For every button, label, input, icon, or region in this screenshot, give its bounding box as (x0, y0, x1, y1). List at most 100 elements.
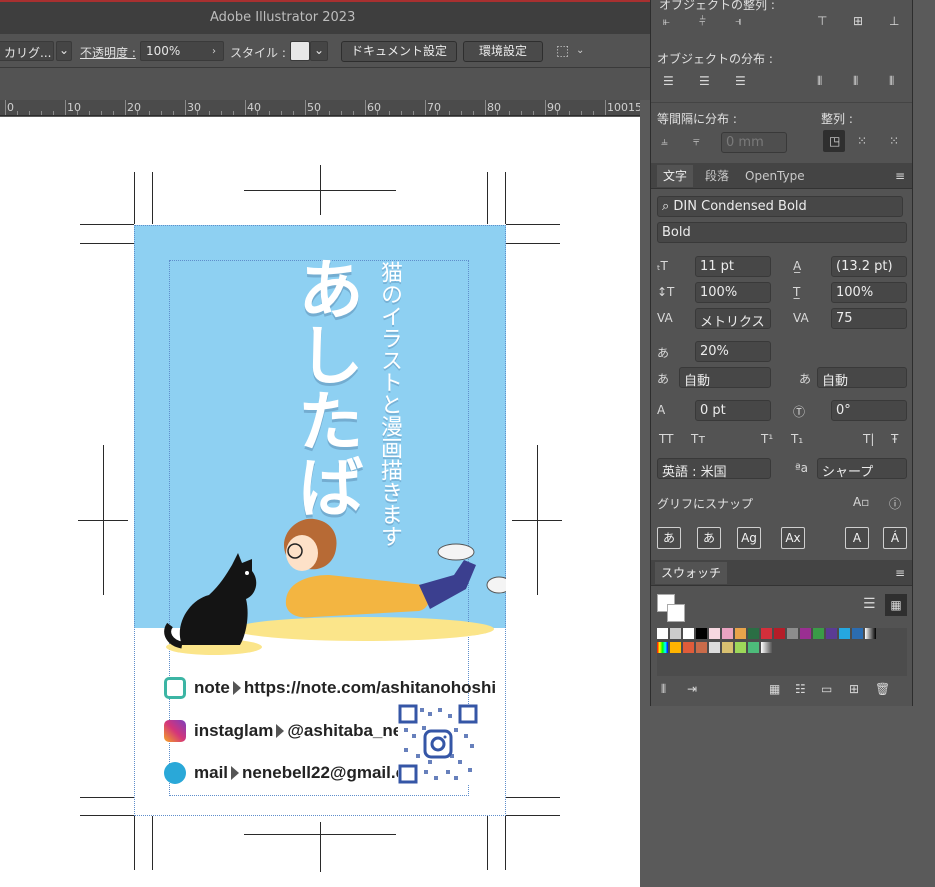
antialias-dropdown[interactable]: シャープ (817, 458, 907, 479)
arrow-icon (232, 681, 241, 695)
align-to-key-object-icon[interactable]: ⁙ (857, 134, 867, 148)
subscript-button[interactable]: T₁ (791, 432, 803, 446)
info-icon[interactable]: ⓘ (889, 495, 901, 512)
kerning-input[interactable]: メトリクス (695, 308, 771, 329)
swatch-options-icon[interactable]: ☷ (795, 682, 806, 696)
delete-swatch-icon[interactable]: 🗑 (875, 682, 890, 696)
snap-proximity-button[interactable]: Ax (781, 527, 805, 549)
font-size-input[interactable]: 11 pt (695, 256, 771, 277)
list-view-icon[interactable]: ☰ (863, 596, 876, 612)
preferences-button[interactable]: 環境設定 (463, 41, 543, 62)
new-folder-icon[interactable]: ▭ (821, 682, 832, 696)
crop-mark (505, 816, 506, 870)
swatches-menu-icon[interactable]: ≡ (895, 566, 905, 580)
distribute-right-icon[interactable]: ⦀ (889, 74, 894, 89)
align-objects-header: オブジェクトの整列 : (659, 0, 775, 12)
language-dropdown[interactable]: 英語 : 米国 (657, 458, 771, 479)
glyph-options-icon[interactable]: A▫ (853, 495, 869, 509)
snap-baseline-button[interactable]: あ (657, 527, 681, 549)
align-left-icon[interactable]: ⫦ (663, 14, 670, 29)
dock-gutter (913, 0, 935, 887)
note-url[interactable]: https://note.com/ashitanohoshi (244, 678, 496, 698)
mail-row[interactable]: mail nenebell22@gmail.com (164, 762, 431, 784)
arrange-chevron-icon[interactable]: ⌄ (576, 45, 584, 56)
card-title[interactable]: あしたば (286, 255, 366, 519)
small-caps-button[interactable]: Tт (691, 432, 705, 446)
align-to-artboard-icon[interactable]: ⁙ (889, 134, 899, 148)
horizontal-scale-icon: T̲ (793, 285, 801, 299)
superscript-button[interactable]: T¹ (761, 432, 773, 446)
align-center-icon[interactable]: ⫩ (699, 14, 706, 29)
note-row[interactable]: note https://note.com/ashitanohoshi (164, 677, 496, 699)
underline-button[interactable]: T| (863, 432, 874, 446)
snap-glyph-bounds-button[interactable]: Ag (737, 527, 761, 549)
tab-opentype[interactable]: OpenType (745, 165, 805, 187)
style-dropdown-chevron-icon[interactable]: ⌄ (56, 41, 72, 61)
strikethrough-button[interactable]: Ŧ (891, 432, 898, 446)
spacing-value-input[interactable]: 0 mm (721, 132, 787, 153)
graphic-style-swatch[interactable] (290, 41, 310, 61)
tab-swatches[interactable]: スウォッチ (655, 562, 728, 584)
font-style-dropdown[interactable]: Bold (657, 222, 907, 243)
instagram-row[interactable]: instaglam @ashitaba_neko (164, 720, 422, 742)
character-rotation-icon: Ⓣ (793, 405, 806, 419)
align-right-icon[interactable]: ⫣ (735, 14, 742, 29)
aki-left-dropdown[interactable]: 自動 (679, 367, 771, 388)
horizontal-scale-input[interactable]: 100% (831, 282, 907, 303)
color-group-icon[interactable]: ▦ (769, 682, 780, 696)
tab-strip-area (0, 68, 650, 100)
tsume-input[interactable]: 20% (695, 341, 771, 362)
ruler-mark: 70 (427, 101, 441, 114)
vertical-spacing-icon[interactable]: ⫨ (661, 134, 668, 149)
properties-panel: オブジェクトの整列 : ⫦ ⫩ ⫣ ⊤ ⊞ ⊥ オブジェクトの分布 : ☰ ☰ … (650, 0, 913, 706)
tracking-input[interactable]: 75 (831, 308, 907, 329)
horizontal-ruler[interactable]: 0 10 20 30 40 50 60 70 80 90 100 15 (0, 100, 640, 116)
graphic-style-chevron-icon[interactable]: ⌄ (310, 41, 328, 61)
swatch-library-icon[interactable]: ⫴ (661, 682, 666, 697)
distribute-left-icon[interactable]: ⦀ (817, 74, 822, 89)
leading-icon: A̲ (793, 259, 802, 273)
baseline-shift-input[interactable]: 0 pt (695, 400, 771, 421)
control-bar: カリグ... ⌄ 不透明度 : 100% › スタイル : ⌄ ドキュメント設定… (0, 34, 650, 68)
crop-mark (80, 224, 134, 225)
distribute-top-icon[interactable]: ☰ (663, 74, 674, 88)
center-mark (537, 445, 538, 595)
stroke-swatch[interactable] (667, 604, 685, 622)
opacity-arrow-icon[interactable]: › (212, 46, 216, 57)
place-swatches-icon[interactable]: ⇥ (687, 682, 697, 696)
align-bottom-icon[interactable]: ⊥ (889, 14, 899, 28)
cat-and-girl-illustration[interactable] (134, 505, 506, 665)
align-top-icon[interactable]: ⊤ (817, 14, 827, 28)
snap-x-height-button[interactable]: あ (697, 527, 721, 549)
crop-mark (134, 816, 135, 870)
note-label: note (194, 678, 230, 697)
tab-character[interactable]: 文字 (657, 165, 694, 187)
align-middle-icon[interactable]: ⊞ (853, 14, 863, 28)
style-dropdown[interactable]: カリグ... (0, 41, 54, 61)
align-to-selection-icon[interactable]: ◳ (829, 134, 840, 148)
center-mark (320, 822, 321, 872)
tab-paragraph[interactable]: 段落 (705, 165, 729, 187)
horizontal-spacing-icon[interactable]: ⫧ (693, 134, 700, 149)
snap-angular-button[interactable]: A (845, 527, 869, 549)
qr-code[interactable] (398, 704, 478, 784)
arrange-icon[interactable]: ⬚ (556, 43, 569, 59)
distribute-center-icon[interactable]: ☰ (699, 74, 710, 88)
leading-input[interactable]: (13.2 pt) (831, 256, 907, 277)
snap-anchor-button[interactable]: Á (883, 527, 907, 549)
document-settings-button[interactable]: ドキュメント設定 (341, 41, 457, 62)
font-family-dropdown[interactable]: ⌕ DIN Condensed Bold (657, 196, 903, 217)
grid-view-icon[interactable]: ▦ (885, 594, 907, 616)
all-caps-button[interactable]: TT (659, 432, 673, 446)
character-rotation-input[interactable]: 0° (831, 400, 907, 421)
business-card[interactable]: あしたば 猫のイラストと漫画描きます note https://note.com… (134, 225, 506, 816)
panel-menu-icon[interactable]: ≡ (895, 169, 905, 183)
vertical-scale-input[interactable]: 100% (695, 282, 771, 303)
crop-mark (506, 797, 560, 798)
distribute-bottom-icon[interactable]: ☰ (735, 74, 746, 88)
new-swatch-icon[interactable]: ⊞ (849, 682, 859, 696)
aki-right-dropdown[interactable]: 自動 (817, 367, 907, 388)
crop-mark (80, 243, 134, 244)
ruler-mark: 40 (247, 101, 261, 114)
distribute-hcenter-icon[interactable]: ⦀ (853, 74, 858, 89)
